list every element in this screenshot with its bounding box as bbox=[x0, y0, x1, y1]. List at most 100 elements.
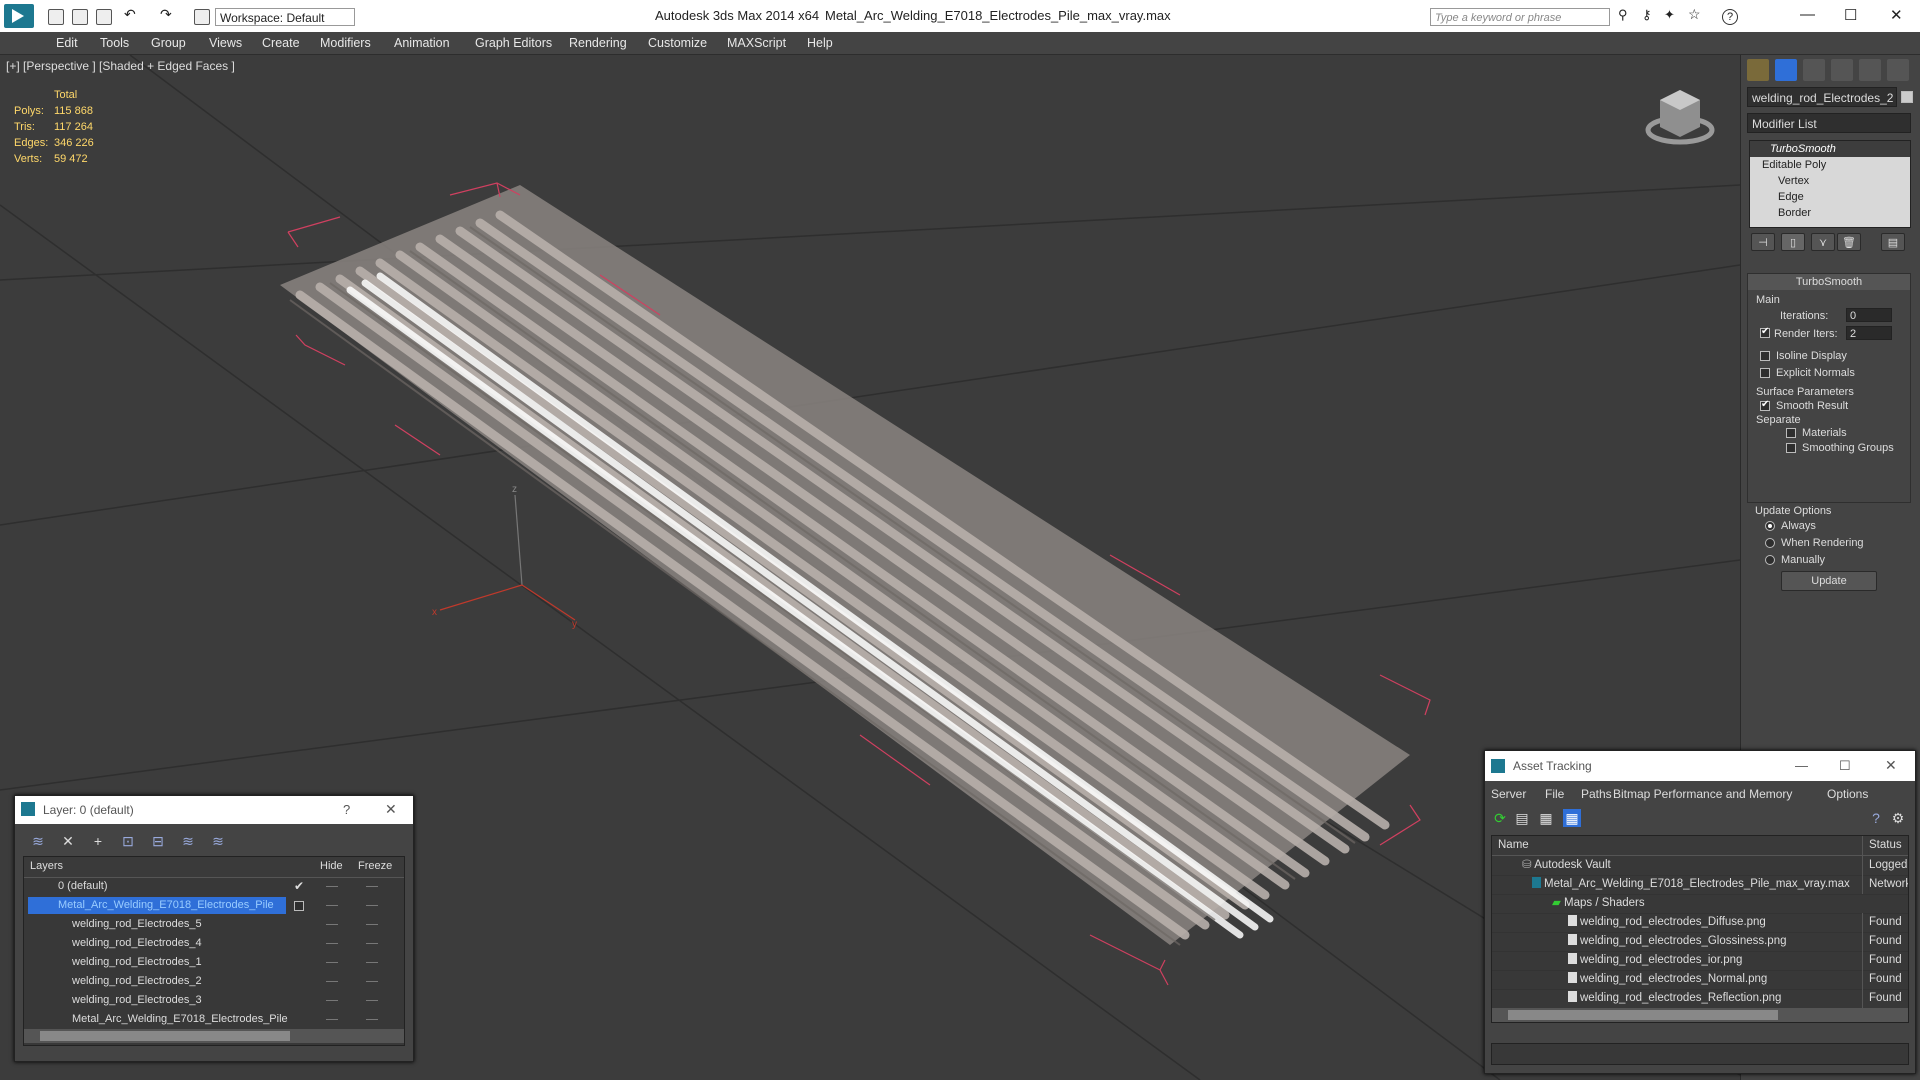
help-icon[interactable]: ? bbox=[1722, 9, 1738, 25]
configure-modifier-sets-icon[interactable]: ▤ bbox=[1881, 233, 1905, 251]
stack-editable-poly[interactable]: Editable Poly bbox=[1750, 157, 1910, 173]
rollout-title[interactable]: TurboSmooth bbox=[1748, 274, 1910, 290]
thumbnail-view-icon[interactable]: ▦ bbox=[1537, 809, 1555, 827]
asset-window-titlebar[interactable]: Asset Tracking — ☐ ✕ bbox=[1485, 751, 1915, 781]
add-to-layer-icon[interactable]: + bbox=[89, 832, 107, 850]
menu-edit[interactable]: Edit bbox=[56, 36, 78, 50]
modify-tab-icon[interactable] bbox=[1775, 59, 1797, 81]
object-color-swatch[interactable] bbox=[1901, 91, 1913, 103]
always-radio[interactable] bbox=[1765, 521, 1775, 531]
asset-row[interactable]: ▰ Maps / Shaders bbox=[1492, 894, 1908, 914]
asset-horizontal-scrollbar[interactable] bbox=[1492, 1008, 1908, 1022]
layer-row[interactable]: 0 (default) ✔ bbox=[24, 877, 404, 896]
menu-group[interactable]: Group bbox=[151, 36, 186, 50]
layer-row[interactable]: welding_rod_Electrodes_2 bbox=[24, 972, 404, 991]
asset-menu-file[interactable]: File bbox=[1545, 787, 1564, 801]
close-icon[interactable]: ✕ bbox=[1890, 6, 1903, 24]
asset-settings-icon[interactable]: ⚙ bbox=[1889, 809, 1907, 827]
maximize-icon[interactable]: ☐ bbox=[1844, 6, 1857, 24]
modifier-stack[interactable]: TurboSmooth Editable Poly Vertex Edge Bo… bbox=[1749, 140, 1911, 228]
status-column-header[interactable]: Status bbox=[1862, 836, 1908, 855]
favorites-star-icon[interactable]: ☆ bbox=[1688, 6, 1702, 22]
asset-row[interactable]: welding_rod_electrodes_Reflection.png Fo… bbox=[1492, 989, 1908, 1009]
when-rendering-radio[interactable] bbox=[1765, 538, 1775, 548]
key-icon[interactable]: ⚷ bbox=[1642, 7, 1656, 22]
undo-icon[interactable]: ↶ bbox=[124, 6, 138, 22]
explicit-normals-checkbox[interactable] bbox=[1760, 368, 1770, 378]
highlight-layer-icon[interactable]: ⊟ bbox=[149, 832, 167, 850]
menu-tools[interactable]: Tools bbox=[100, 36, 129, 50]
asset-menu-options[interactable]: Options bbox=[1827, 787, 1868, 801]
layer-help-button[interactable]: ? bbox=[343, 802, 350, 817]
layer-horizontal-scrollbar[interactable] bbox=[24, 1029, 404, 1043]
asset-row[interactable]: welding_rod_electrodes_Normal.png Found bbox=[1492, 970, 1908, 990]
asset-row[interactable]: welding_rod_electrodes_Diffuse.png Found bbox=[1492, 913, 1908, 933]
workspace-dropdown[interactable]: Workspace: Default bbox=[215, 8, 355, 26]
make-unique-icon[interactable]: ⋎ bbox=[1811, 233, 1835, 251]
smooth-result-checkbox[interactable] bbox=[1760, 399, 1770, 411]
binoculars-icon[interactable]: ⚲ bbox=[1618, 7, 1632, 22]
layer-row[interactable]: welding_rod_Electrodes_1 bbox=[24, 953, 404, 972]
menu-views[interactable]: Views bbox=[209, 36, 242, 50]
save-file-icon[interactable] bbox=[96, 9, 112, 25]
utilities-tab-icon[interactable] bbox=[1887, 59, 1909, 81]
layers-column-header[interactable]: Layers bbox=[30, 860, 63, 872]
stack-vertex[interactable]: Vertex bbox=[1750, 173, 1910, 189]
materials-checkbox[interactable] bbox=[1786, 428, 1796, 438]
list-view-icon[interactable]: ▤ bbox=[1513, 809, 1531, 827]
active-layer-check-icon[interactable]: ✔ bbox=[294, 877, 304, 896]
project-folder-icon[interactable] bbox=[194, 9, 210, 25]
remove-modifier-icon[interactable]: 🗑 bbox=[1837, 233, 1861, 251]
create-tab-icon[interactable] bbox=[1747, 59, 1769, 81]
asset-menu-paths[interactable]: Paths bbox=[1581, 787, 1612, 801]
asset-close-icon[interactable]: ✕ bbox=[1885, 757, 1897, 774]
create-layer-icon[interactable]: ≋ bbox=[29, 832, 47, 850]
asset-row[interactable]: welding_rod_electrodes_ior.png Found bbox=[1492, 951, 1908, 971]
menu-help[interactable]: Help bbox=[807, 36, 833, 50]
hide-all-layers-icon[interactable]: ≋ bbox=[179, 832, 197, 850]
minimize-icon[interactable]: — bbox=[1800, 6, 1815, 23]
modifier-list-dropdown[interactable]: Modifier List bbox=[1747, 113, 1911, 133]
layer-window-titlebar[interactable]: Layer: 0 (default) ? ✕ bbox=[15, 796, 413, 824]
communication-icon[interactable]: ✦ bbox=[1664, 7, 1678, 22]
iterations-spinner[interactable]: 0 bbox=[1846, 308, 1892, 322]
stack-edge[interactable]: Edge bbox=[1750, 189, 1910, 205]
display-tab-icon[interactable] bbox=[1859, 59, 1881, 81]
asset-row[interactable]: ⛁ Autodesk Vault Logged bbox=[1492, 856, 1908, 876]
layer-row[interactable]: welding_rod_Electrodes_4 bbox=[24, 934, 404, 953]
select-objects-icon[interactable]: ⊡ bbox=[119, 832, 137, 850]
render-iters-checkbox[interactable] bbox=[1760, 326, 1770, 338]
asset-minimize-icon[interactable]: — bbox=[1795, 758, 1808, 773]
stack-turbosmooth[interactable]: TurboSmooth bbox=[1750, 141, 1910, 157]
table-view-icon[interactable]: ▦ bbox=[1563, 809, 1581, 827]
pin-stack-icon[interactable]: ⊣ bbox=[1751, 233, 1775, 251]
render-iters-spinner[interactable]: 2 bbox=[1846, 326, 1892, 340]
asset-menu-server[interactable]: Server bbox=[1491, 787, 1526, 801]
layer-close-icon[interactable]: ✕ bbox=[385, 801, 397, 818]
stack-border[interactable]: Border bbox=[1750, 205, 1910, 221]
layer-row[interactable]: Metal_Arc_Welding_E7018_Electrodes_Pile bbox=[24, 1010, 404, 1029]
hide-column-header[interactable]: Hide bbox=[320, 860, 343, 872]
asset-menu-bitmap[interactable]: Bitmap Performance and Memory bbox=[1613, 787, 1792, 801]
menu-graph-editors[interactable]: Graph Editors bbox=[475, 36, 552, 50]
layer-row[interactable]: welding_rod_Electrodes_3 bbox=[24, 991, 404, 1010]
asset-maximize-icon[interactable]: ☐ bbox=[1839, 758, 1851, 774]
menu-create[interactable]: Create bbox=[262, 36, 300, 50]
delete-layer-icon[interactable]: ✕ bbox=[59, 832, 77, 850]
asset-row[interactable]: welding_rod_electrodes_Glossiness.png Fo… bbox=[1492, 932, 1908, 952]
menu-animation[interactable]: Animation bbox=[394, 36, 450, 50]
layer-row[interactable]: welding_rod_Electrodes_5 bbox=[24, 915, 404, 934]
freeze-all-layers-icon[interactable]: ≋ bbox=[209, 832, 227, 850]
menu-modifiers[interactable]: Modifiers bbox=[320, 36, 371, 50]
asset-row[interactable]: Metal_Arc_Welding_E7018_Electrodes_Pile_… bbox=[1492, 875, 1908, 895]
layer-active-checkbox[interactable] bbox=[294, 901, 304, 911]
name-column-header[interactable]: Name bbox=[1498, 836, 1529, 855]
smoothing-groups-checkbox[interactable] bbox=[1786, 443, 1796, 453]
show-end-result-icon[interactable]: ▯ bbox=[1781, 233, 1805, 251]
new-file-icon[interactable] bbox=[48, 9, 64, 25]
object-name-field[interactable]: welding_rod_Electrodes_2 bbox=[1747, 87, 1897, 107]
manually-radio[interactable] bbox=[1765, 555, 1775, 565]
app-logo-icon[interactable] bbox=[4, 4, 34, 28]
refresh-icon[interactable]: ⟳ bbox=[1491, 809, 1509, 827]
search-input[interactable]: Type a keyword or phrase bbox=[1430, 8, 1610, 26]
